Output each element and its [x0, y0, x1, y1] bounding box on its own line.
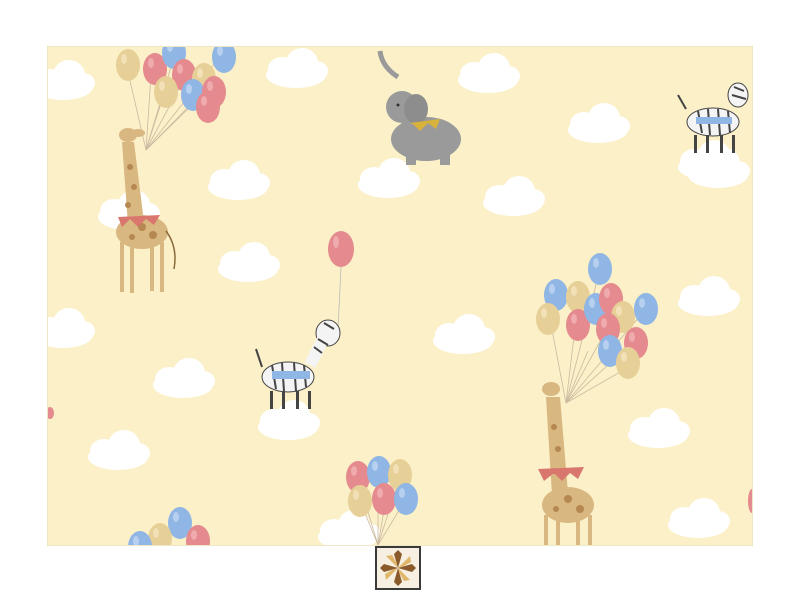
- thumbnail-swatch[interactable]: [375, 546, 421, 590]
- fabric-print-image: [48, 47, 752, 545]
- nursery-pattern-illustration: [48, 47, 752, 545]
- elephant-top: [377, 50, 461, 165]
- balloon-bunch-bottom-left: [128, 507, 210, 545]
- partial-balloon-left: [48, 407, 54, 419]
- giraffe-with-balloons-right: [536, 253, 658, 545]
- zebra-top-right: [677, 82, 749, 180]
- giraffe-with-balloons-top: [116, 47, 236, 293]
- star-quilt-icon: [380, 550, 416, 586]
- partial-balloon-right: [748, 489, 752, 513]
